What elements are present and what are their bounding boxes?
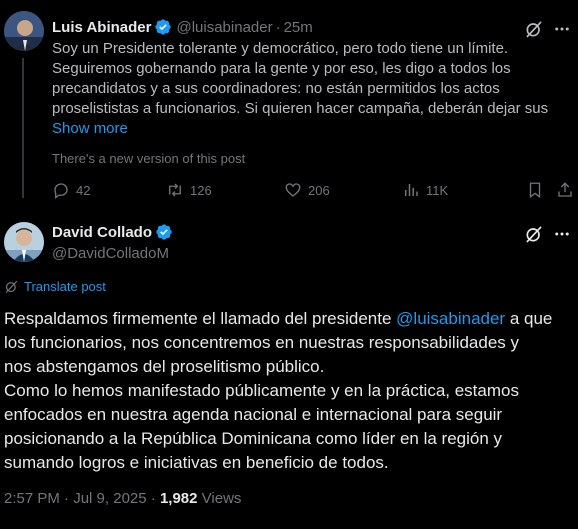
post-text-fragment: Respaldamos firmemente el llamado del pr… xyxy=(4,309,397,328)
grok-icon[interactable] xyxy=(524,19,544,39)
verified-badge-icon xyxy=(156,224,172,240)
avatar-david-collado[interactable] xyxy=(4,222,44,262)
avatar-luis-abinader[interactable] xyxy=(4,11,44,51)
post-text-line: nos abstengamos del proselitismo público… xyxy=(4,357,325,376)
bookmark-button[interactable] xyxy=(526,178,550,202)
post-text-line: posicionando a la República Dominicana c… xyxy=(4,429,503,448)
quoted-post[interactable]: Luis Abinader @luisabinader · 25m Soy un… xyxy=(0,0,578,210)
repost-count: 126 xyxy=(190,182,212,198)
post-text-line: Soy un Presidente tolerante y democrátic… xyxy=(52,40,509,57)
quoted-post-header: Luis Abinader @luisabinader · 25m xyxy=(52,16,313,38)
heart-icon xyxy=(285,183,301,197)
new-version-notice[interactable]: There's a new version of this post xyxy=(52,151,245,166)
main-post-header: David Collado xyxy=(52,223,173,241)
post-timestamp-date[interactable]: Jul 9, 2025 xyxy=(73,490,146,507)
thread-line xyxy=(22,58,24,198)
post-time[interactable]: 25m xyxy=(284,19,313,36)
separator-dot: · xyxy=(64,490,70,507)
translate-post-link[interactable]: Translate post xyxy=(4,279,106,294)
more-options-icon[interactable] xyxy=(552,224,572,244)
author-handle[interactable]: @luisabinader xyxy=(176,19,272,36)
reply-count: 42 xyxy=(76,182,91,198)
post-text-fragment: a que xyxy=(505,309,553,328)
author-name[interactable]: Luis Abinader xyxy=(52,19,151,36)
mention-link[interactable]: @luisabinader xyxy=(396,309,505,328)
quoted-post-text: Soy un Presidente tolerante y democrátic… xyxy=(52,39,567,119)
like-button[interactable]: 206 xyxy=(284,178,330,202)
grok-icon[interactable] xyxy=(524,224,544,244)
reply-icon xyxy=(54,183,68,199)
main-post-text: Respaldamos firmemente el llamado del pr… xyxy=(4,307,574,475)
post-text-line: Seguiremos gobernando para la gente y po… xyxy=(52,60,511,77)
author-handle[interactable]: @DavidColladoM xyxy=(52,245,169,262)
post-metadata: 2:57 PM · Jul 9, 2025 · 1,982 Views xyxy=(4,490,241,507)
post-text-line: enfocados en nuestra agenda nacional e i… xyxy=(4,405,503,424)
post-text-line: Como lo hemos manifestado públicamente y… xyxy=(4,381,519,400)
action-bar: 42 126 206 11K xyxy=(48,178,578,202)
reply-button[interactable]: 42 xyxy=(52,178,90,202)
post-text-line: precandidatos y a sus coordinadores: no … xyxy=(52,80,500,97)
post-timestamp-time[interactable]: 2:57 PM xyxy=(4,490,60,507)
author-name[interactable]: David Collado xyxy=(52,224,152,241)
repost-icon xyxy=(169,183,181,197)
views-count: 11K xyxy=(426,182,449,198)
share-button[interactable] xyxy=(556,178,578,202)
post-text-line: los funcionarios, nos concentremos en nu… xyxy=(4,333,520,352)
views-count: 1,982 xyxy=(159,490,198,507)
verified-badge-icon xyxy=(155,19,172,35)
separator-dot: · xyxy=(275,18,281,36)
views-label: Views xyxy=(201,490,242,507)
separator-dot: · xyxy=(150,490,156,507)
translate-icon xyxy=(5,280,18,293)
post-text-line: proselististas a funcionarios. Si quiere… xyxy=(52,100,549,117)
more-options-icon[interactable] xyxy=(552,19,572,39)
bookmark-icon xyxy=(529,182,541,199)
post-text-line: Respaldamos firmemente el llamado del pr… xyxy=(4,307,574,331)
main-post: David Collado @DavidColladoM Translate p… xyxy=(0,210,578,529)
post-text-line: sumando logros e iniciativas en benefici… xyxy=(4,453,389,472)
translate-label: Translate post xyxy=(24,279,106,294)
share-icon xyxy=(558,182,572,197)
like-count: 206 xyxy=(308,182,330,198)
repost-button[interactable]: 126 xyxy=(166,178,212,202)
show-more-link[interactable]: Show more xyxy=(52,120,128,137)
views-button[interactable]: 11K xyxy=(402,178,448,202)
analytics-icon xyxy=(405,184,418,196)
